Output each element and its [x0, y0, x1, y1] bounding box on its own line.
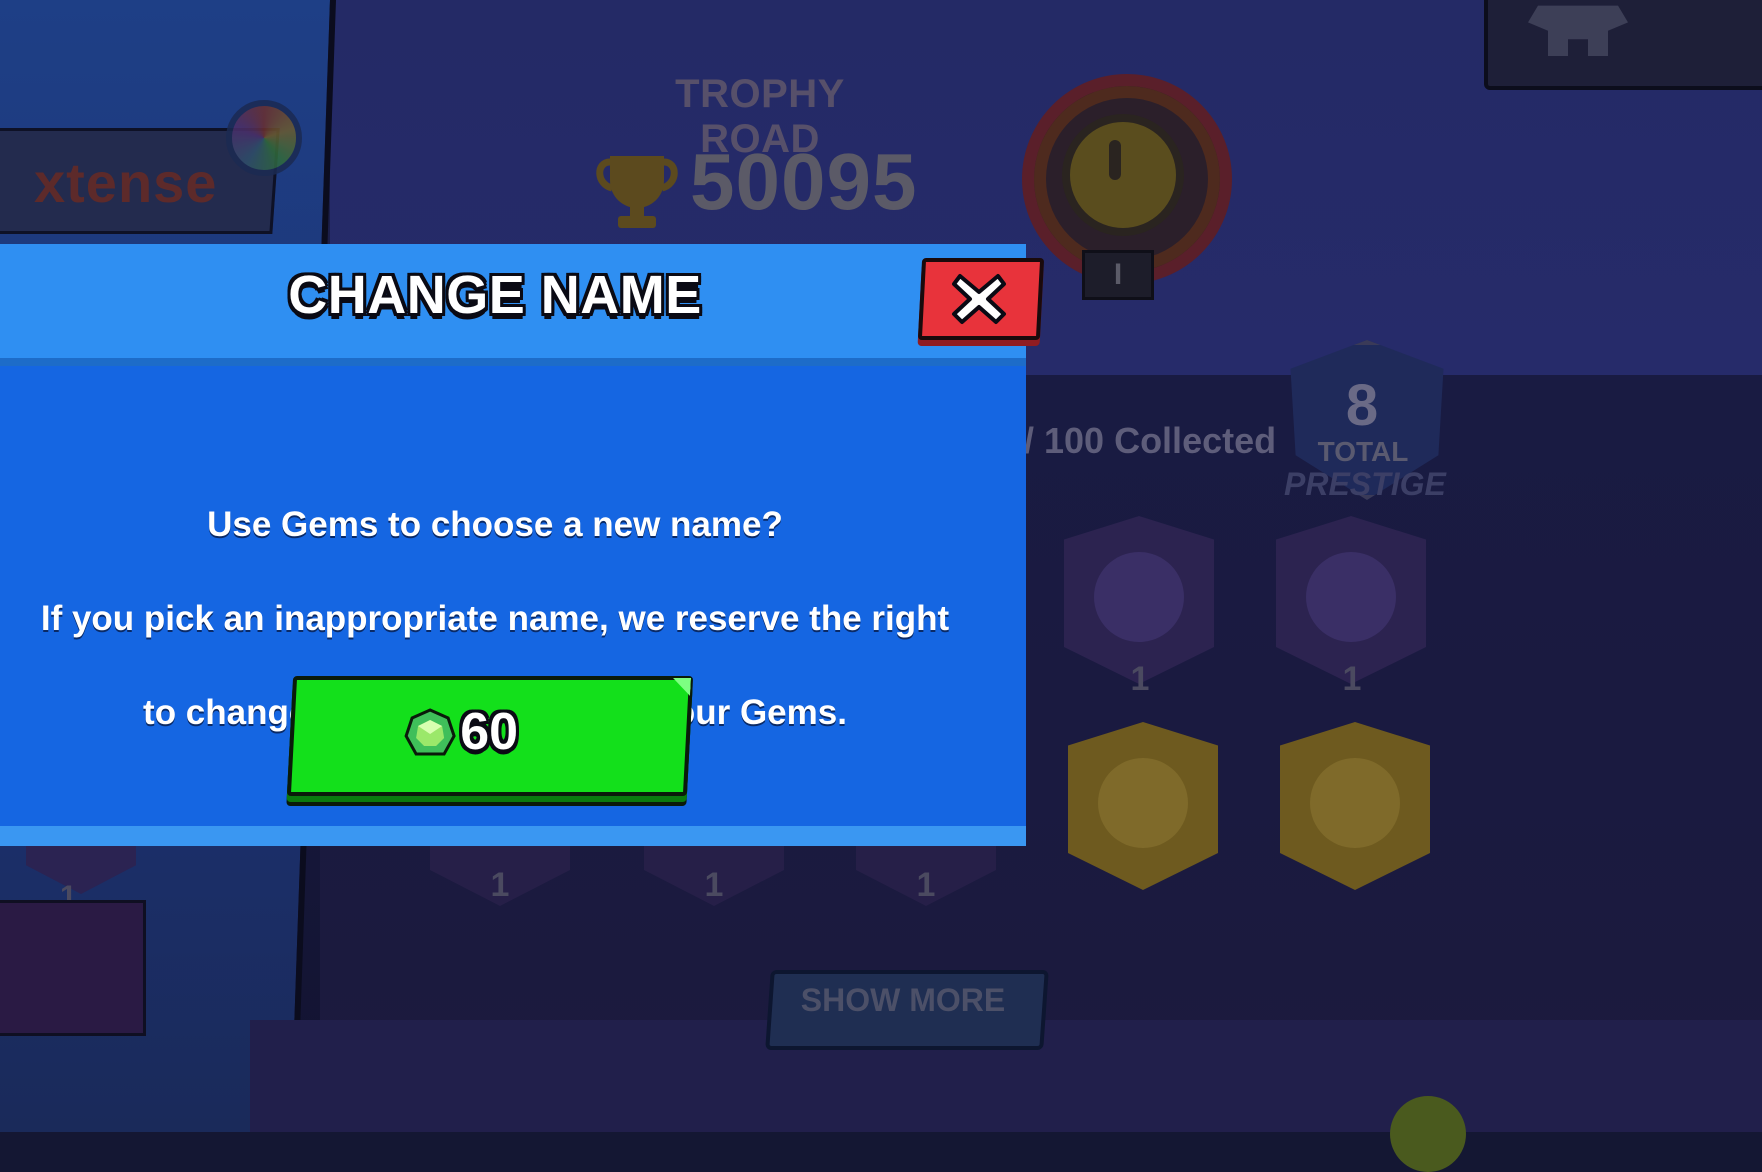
ranked-icon	[1390, 1096, 1466, 1172]
badge-count: 1	[916, 866, 936, 904]
brawler-face-icon	[1094, 552, 1184, 642]
name-color-icon	[226, 100, 302, 176]
badge-count: 1	[1130, 660, 1150, 698]
spray-card	[0, 900, 146, 1036]
brawler-face-icon	[1098, 758, 1188, 848]
trophy-count: 50095	[690, 137, 918, 226]
badge-count: 1	[490, 866, 510, 904]
message-line: Use Gems to choose a new name?	[207, 505, 783, 544]
dialog-title: CHANGE NAME	[288, 265, 702, 325]
prestige-label: PRESTIGE	[1284, 466, 1446, 502]
collected-count: / 100 Collected	[1024, 420, 1277, 461]
rank-ring-hand	[1109, 140, 1121, 180]
gem-icon	[404, 708, 456, 756]
dialog-footer	[0, 826, 1026, 846]
brawler-face-icon	[1306, 552, 1396, 642]
button-corner-accent	[672, 678, 691, 696]
price-value: 60	[460, 703, 519, 761]
brawler-face-icon	[1310, 758, 1400, 848]
club-button	[1484, 0, 1762, 90]
badge-count: 1	[704, 866, 724, 904]
badge-count: 1	[1342, 660, 1362, 698]
close-x-icon	[952, 274, 1006, 324]
buy-name-change-button[interactable]: 60	[286, 676, 694, 796]
player-name-text: xtense	[34, 151, 218, 214]
prestige-total-label: TOTAL	[1317, 436, 1409, 467]
player-name: xtense	[34, 150, 217, 215]
show-more-label: SHOW MORE	[800, 982, 1006, 1018]
change-name-dialog: CHANGE NAME Use Gems to choose a new nam…	[0, 244, 1045, 846]
rank-tier-tag: I	[1082, 250, 1154, 300]
rank-ring-center	[1062, 114, 1184, 236]
message-line: If you pick an inappropriate name, we re…	[40, 599, 950, 638]
prestige-total-value: 8	[1345, 373, 1379, 438]
close-button[interactable]	[917, 258, 1045, 340]
trophy-icon	[596, 156, 678, 228]
